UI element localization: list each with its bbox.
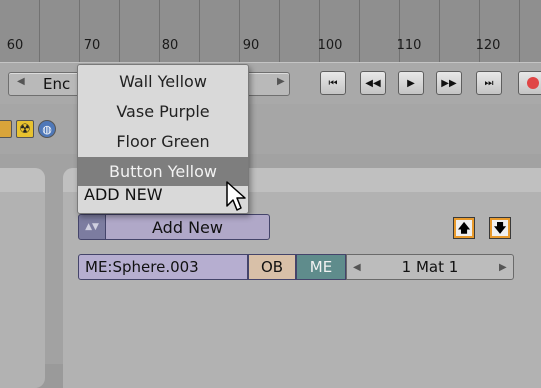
- globe-icon[interactable]: ◍: [38, 120, 56, 138]
- menu-item-button-yellow[interactable]: Button Yellow: [78, 157, 248, 186]
- mesh-link-field[interactable]: ME:Sphere.003: [78, 254, 248, 280]
- add-new-button[interactable]: Add New: [106, 214, 270, 240]
- timeline-tick: 70: [83, 38, 101, 53]
- material-browse-stepper[interactable]: ▲▼: [78, 214, 106, 240]
- skip-to-start-icon[interactable]: ⏮: [320, 71, 346, 95]
- rewind-icon[interactable]: ◀◀: [360, 71, 386, 95]
- menu-item-floor-green[interactable]: Floor Green: [78, 127, 248, 156]
- menu-item-vase-purple[interactable]: Vase Purple: [78, 97, 248, 126]
- timeline-tick: 80: [161, 38, 179, 53]
- timeline-tick: 100: [317, 38, 343, 53]
- record-icon: [527, 77, 539, 89]
- menu-item-add-new[interactable]: ADD NEW: [84, 185, 163, 204]
- timeline-ruler[interactable]: 60 70 80 90 100 110 120: [0, 0, 541, 62]
- me-link-button[interactable]: ME: [296, 254, 346, 280]
- left-panel-header[interactable]: [0, 168, 45, 192]
- material-dropdown-menu: Wall Yellow Vase Purple Floor Green Butt…: [77, 64, 249, 214]
- left-arrow-icon[interactable]: ◀: [17, 76, 25, 87]
- timeline-tick: 110: [396, 38, 422, 53]
- skip-to-end-icon[interactable]: ⏭: [476, 71, 502, 95]
- fast-forward-icon[interactable]: ▶▶: [436, 71, 462, 95]
- play-icon[interactable]: ▶: [398, 71, 424, 95]
- arrow-down-icon: 🡇: [492, 220, 508, 236]
- radiation-icon[interactable]: ☢: [16, 120, 34, 138]
- timeline-tick: 120: [475, 38, 501, 53]
- left-arrow-icon[interactable]: ◀: [353, 262, 361, 273]
- record-button[interactable]: [518, 71, 541, 95]
- timeline-tick: 90: [242, 38, 260, 53]
- frame-selector-label: Enc: [43, 75, 71, 93]
- move-down-button[interactable]: 🡇: [489, 217, 511, 239]
- ob-link-button[interactable]: OB: [248, 254, 296, 280]
- material-index-field[interactable]: ◀ 1 Mat 1 ▶: [346, 254, 514, 280]
- material-index-label: 1 Mat 1: [401, 258, 459, 276]
- left-panel: [0, 168, 45, 388]
- right-arrow-icon[interactable]: ▶: [499, 262, 507, 273]
- right-arrow-icon[interactable]: ▶: [277, 76, 285, 87]
- mouse-cursor-icon: [226, 181, 246, 211]
- timeline-tick: 60: [6, 38, 24, 53]
- move-up-button[interactable]: 🡅: [453, 217, 475, 239]
- arrow-up-icon: 🡅: [456, 220, 472, 236]
- menu-item-wall-yellow[interactable]: Wall Yellow: [78, 67, 248, 96]
- object-icon[interactable]: [0, 120, 12, 138]
